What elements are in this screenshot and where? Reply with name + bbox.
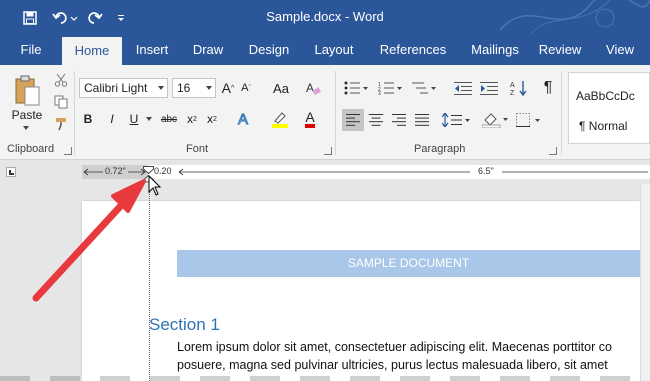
annotation-arrow <box>32 179 146 302</box>
mouse-pointer-icon <box>148 175 162 196</box>
